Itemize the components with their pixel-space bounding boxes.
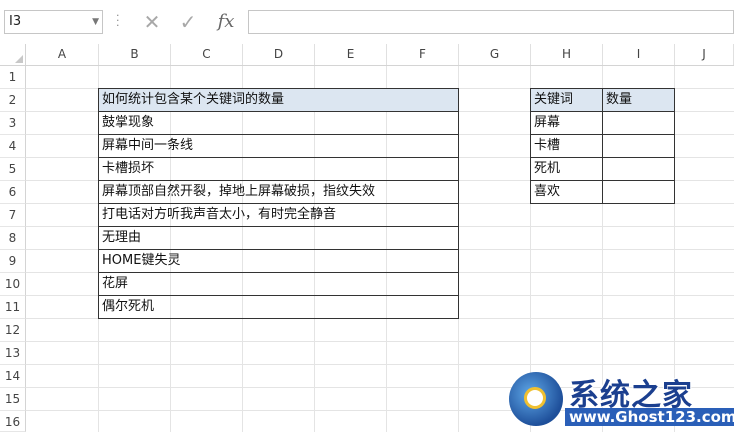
row-header-13[interactable]: 13 [0, 342, 26, 365]
keyword-cell[interactable]: 死机 [530, 157, 603, 181]
formula-bar-area: I3 ▼ · · · ✕ ✓ fx [0, 0, 734, 44]
table-left-row[interactable]: HOME键失灵 [98, 249, 459, 273]
table-left-row[interactable]: 屏幕中间一条线 [98, 134, 459, 158]
insert-function-button[interactable]: fx [212, 10, 240, 34]
column-header-d[interactable]: D [243, 44, 315, 65]
enter-icon[interactable]: ✓ [174, 10, 202, 34]
count-header[interactable]: 数量 [602, 88, 675, 112]
row-header-3[interactable]: 3 [0, 112, 26, 135]
table-left-row[interactable]: 卡槽损坏 [98, 157, 459, 181]
table-left-row[interactable]: 屏幕顶部自然开裂，掉地上屏幕破损，指纹失效 [98, 180, 459, 204]
row-header-14[interactable]: 14 [0, 365, 26, 388]
row-header-9[interactable]: 9 [0, 250, 26, 273]
column-header-i[interactable]: I [603, 44, 675, 65]
row-header-11[interactable]: 11 [0, 296, 26, 319]
column-header-a[interactable]: A [26, 44, 99, 65]
name-box[interactable]: I3 ▼ [4, 10, 103, 34]
table-left-row[interactable]: 打电话对方听我声音太小，有时完全静音 [98, 203, 459, 227]
table-left-header[interactable]: 如何统计包含某个关键词的数量 [98, 88, 459, 112]
column-header-c[interactable]: C [171, 44, 243, 65]
row-header-1[interactable]: 1 [0, 66, 26, 89]
column-header-f[interactable]: F [387, 44, 459, 65]
row-header-4[interactable]: 4 [0, 135, 26, 158]
keyword-cell[interactable]: 卡槽 [530, 134, 603, 158]
count-cell[interactable] [602, 111, 675, 135]
row-header-7[interactable]: 7 [0, 204, 26, 227]
row-header-2[interactable]: 2 [0, 89, 26, 112]
logo-icon [509, 372, 563, 426]
table-left-row[interactable]: 花屏 [98, 272, 459, 296]
gridline [26, 341, 734, 342]
column-header-b[interactable]: B [99, 44, 171, 65]
table-left-row[interactable]: 偶尔死机 [98, 295, 459, 319]
keyword-cell[interactable]: 喜欢 [530, 180, 603, 204]
watermark: 系统之家 www.Ghost123.com [503, 368, 734, 432]
row-header-10[interactable]: 10 [0, 273, 26, 296]
column-header-h[interactable]: H [531, 44, 603, 65]
gridline [26, 364, 734, 365]
row-header-12[interactable]: 12 [0, 319, 26, 342]
column-header-j[interactable]: J [675, 44, 734, 65]
name-box-value: I3 [9, 14, 22, 29]
count-cell[interactable] [602, 157, 675, 181]
cancel-icon[interactable]: ✕ [138, 10, 166, 34]
table-left-row[interactable]: 无理由 [98, 226, 459, 250]
row-header-16[interactable]: 16 [0, 411, 26, 432]
table-left-row[interactable]: 鼓掌现象 [98, 111, 459, 135]
row-header-6[interactable]: 6 [0, 181, 26, 204]
formula-input[interactable] [248, 10, 734, 34]
row-header-5[interactable]: 5 [0, 158, 26, 181]
watermark-url: www.Ghost123.com [565, 408, 734, 426]
chevron-down-icon[interactable]: ▼ [92, 11, 99, 33]
keyword-header[interactable]: 关键词 [530, 88, 603, 112]
column-header-e[interactable]: E [315, 44, 387, 65]
column-header-g[interactable]: G [459, 44, 531, 65]
drag-handle-icon[interactable]: · · · [116, 10, 120, 31]
keyword-cell[interactable]: 屏幕 [530, 111, 603, 135]
column-header-bar: A B C D E F G H I J [26, 44, 734, 66]
row-header-8[interactable]: 8 [0, 227, 26, 250]
count-cell[interactable] [602, 180, 675, 204]
row-header-15[interactable]: 15 [0, 388, 26, 411]
count-cell[interactable] [602, 134, 675, 158]
select-all-button[interactable] [0, 44, 26, 66]
